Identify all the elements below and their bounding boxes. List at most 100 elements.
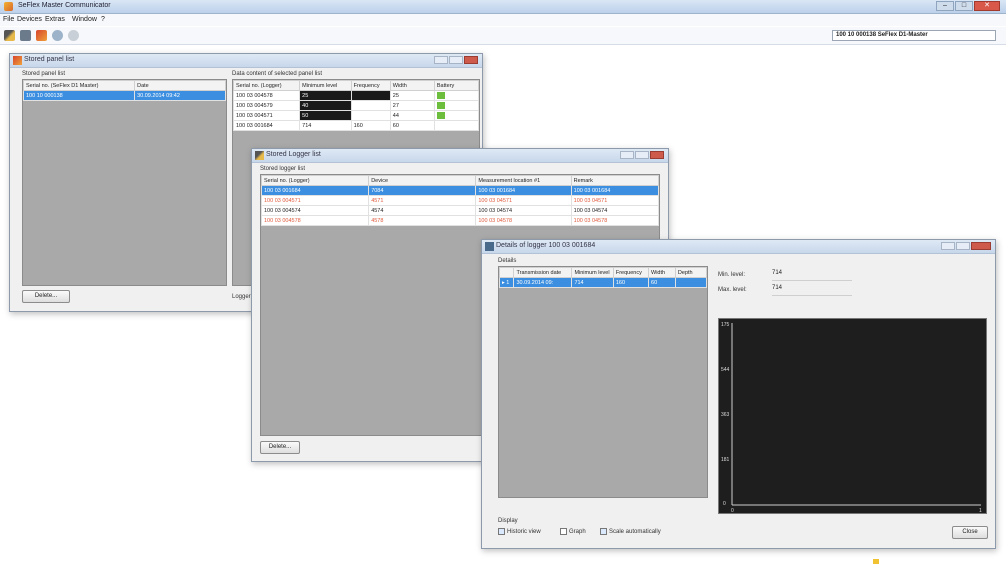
column-header[interactable]: Date <box>134 80 226 91</box>
graph-checkbox[interactable] <box>560 528 567 535</box>
toolbar: 100 10 000138 SeFlex D1-Master <box>0 27 1006 45</box>
details-close-x-button[interactable] <box>971 242 991 250</box>
max-level-field: 714 <box>772 285 852 296</box>
historic-view-checkbox[interactable] <box>498 528 505 535</box>
column-header[interactable]: Minimum level <box>571 267 614 278</box>
max-level-label: Max. level: <box>718 287 747 293</box>
details-minimize-button[interactable] <box>941 242 955 250</box>
stored-logger-label: Stored logger list <box>260 166 306 172</box>
graph-option[interactable]: Graph <box>560 528 586 535</box>
column-header[interactable]: Serial no. (SeFlex D1 Master) <box>23 80 136 91</box>
device-selector[interactable]: 100 10 000138 SeFlex D1-Master <box>832 30 996 41</box>
table-row[interactable]: ▸ 1 30.09.2014 09: 714 160 60 <box>499 277 707 288</box>
menu-extras[interactable]: Extras <box>45 16 65 23</box>
y-tick-label: 544 <box>721 367 730 373</box>
panel-list-icon[interactable] <box>20 30 31 41</box>
scale-auto-option[interactable]: Scale automatically <box>600 528 661 535</box>
app-title: SeFlex Master Communicator <box>18 2 111 9</box>
y-tick-label: 363 <box>721 412 730 418</box>
details-grid[interactable]: Transmission date Minimum level Frequenc… <box>498 266 708 498</box>
details-maximize-button[interactable] <box>956 242 970 250</box>
table-row[interactable]: 100 10 000138 30.09.2014 09:42 <box>23 90 226 101</box>
column-header[interactable]: Battery <box>433 80 479 91</box>
menu-file[interactable]: File <box>3 16 14 23</box>
column-header[interactable]: Serial no. (Logger) <box>261 175 370 186</box>
panel-close-button[interactable] <box>464 56 478 64</box>
table-row[interactable]: 100 03 001684 7084 100 03 001684 100 03 … <box>261 185 659 196</box>
table-row[interactable]: 100 03 004578 4578 100 03 04578 100 03 0… <box>261 215 659 226</box>
logger-label: Logger <box>232 294 251 300</box>
panel-list-titlebar: Stored panel list <box>10 54 482 68</box>
panel-list-window-title: Stored panel list <box>24 56 75 63</box>
stored-panel-label: Stored panel list <box>22 71 66 77</box>
menu-bar: File Devices Extras Window ? <box>0 14 1006 26</box>
maximize-button[interactable]: □ <box>955 1 973 11</box>
y-tick-label: 175 <box>721 322 730 328</box>
historic-view-option[interactable]: Historic view <box>498 528 541 535</box>
column-header[interactable]: Transmission date <box>513 267 573 278</box>
details-window-title: Details of logger 100 03 001684 <box>496 242 596 249</box>
delete-logger-button[interactable]: Delete... <box>260 441 300 454</box>
menu-help[interactable]: ? <box>101 16 105 23</box>
logger-close-button[interactable] <box>650 151 664 159</box>
battery-icon <box>436 92 445 99</box>
column-header[interactable] <box>499 267 515 278</box>
logger-minimize-button[interactable] <box>620 151 634 159</box>
close-app-button[interactable]: ✕ <box>974 1 1000 11</box>
min-level-label: Min. level: <box>718 272 746 278</box>
column-header[interactable]: Remark <box>570 175 659 186</box>
logger-maximize-button[interactable] <box>635 151 649 159</box>
panel-maximize-button[interactable] <box>449 56 463 64</box>
stored-panel-grid[interactable]: Serial no. (SeFlex D1 Master) Date 100 1… <box>22 79 227 286</box>
app-logo-icon <box>4 2 13 11</box>
close-details-button[interactable]: Close <box>952 526 988 539</box>
column-header[interactable]: Measurement location #1 <box>475 175 572 186</box>
scale-auto-checkbox[interactable] <box>600 528 607 535</box>
table-row[interactable]: 100 03 004574 4574 100 03 04574 100 03 0… <box>261 205 659 216</box>
x-tick-label: 0 <box>731 508 734 513</box>
column-header[interactable]: Device <box>368 175 477 186</box>
logger-details-window: Details of logger 100 03 001684 Details … <box>481 239 996 549</box>
logger-list-titlebar: Stored Logger list <box>252 149 668 163</box>
battery-icon <box>436 112 445 119</box>
table-row[interactable]: 100 03 004571 4571 100 03 04571 100 03 0… <box>261 195 659 206</box>
panel-content-label: Data content of selected panel list <box>232 71 323 77</box>
window-controls: – □ ✕ <box>936 1 1000 11</box>
row-pointer-icon: ▸ <box>502 279 505 286</box>
logger-tool-icon[interactable] <box>36 30 47 41</box>
column-header[interactable]: Minimum level <box>299 80 352 91</box>
details-label: Details <box>498 258 517 264</box>
level-chart-svg: 175 544 363 181 0 0 1 <box>721 322 982 513</box>
x-tick-label: 1 <box>979 508 982 513</box>
logger-list-window-title: Stored Logger list <box>266 151 321 158</box>
column-header[interactable]: Width <box>389 80 435 91</box>
table-row[interactable]: 100 03 001684 714 160 60 <box>233 120 479 131</box>
y-tick-label: 181 <box>721 457 730 463</box>
pen-tool-icon[interactable] <box>4 30 15 41</box>
min-level-field: 714 <box>772 270 852 281</box>
column-header[interactable]: Frequency <box>350 80 391 91</box>
level-chart: 175 544 363 181 0 0 1 <box>718 318 987 514</box>
panel-minimize-button[interactable] <box>434 56 448 64</box>
logger-list-window-icon <box>255 151 264 160</box>
menu-window[interactable]: Window <box>72 16 97 23</box>
details-titlebar: Details of logger 100 03 001684 <box>482 240 995 254</box>
column-header[interactable]: Serial no. (Logger) <box>233 80 301 91</box>
table-row[interactable]: 100 03 004579 40 27 <box>233 100 479 111</box>
column-header[interactable]: Width <box>648 267 676 278</box>
minimize-button[interactable]: – <box>936 1 954 11</box>
battery-icon <box>436 102 445 109</box>
app-titlebar: SeFlex Master Communicator – □ ✕ <box>0 0 1006 14</box>
display-label: Display <box>498 518 518 524</box>
panel-list-window-icon <box>13 56 22 65</box>
column-header[interactable]: Depth <box>674 267 707 278</box>
delete-panel-button[interactable]: Delete... <box>22 290 70 303</box>
details-window-icon <box>485 242 494 251</box>
table-row[interactable]: 100 03 004571 50 44 <box>233 110 479 121</box>
help-icon[interactable] <box>68 30 79 41</box>
y-tick-label: 0 <box>723 501 726 507</box>
menu-devices[interactable]: Devices <box>17 16 42 23</box>
refresh-icon[interactable] <box>52 30 63 41</box>
column-header[interactable]: Frequency <box>612 267 650 278</box>
table-row[interactable]: 100 03 004578 25 25 <box>233 90 479 101</box>
